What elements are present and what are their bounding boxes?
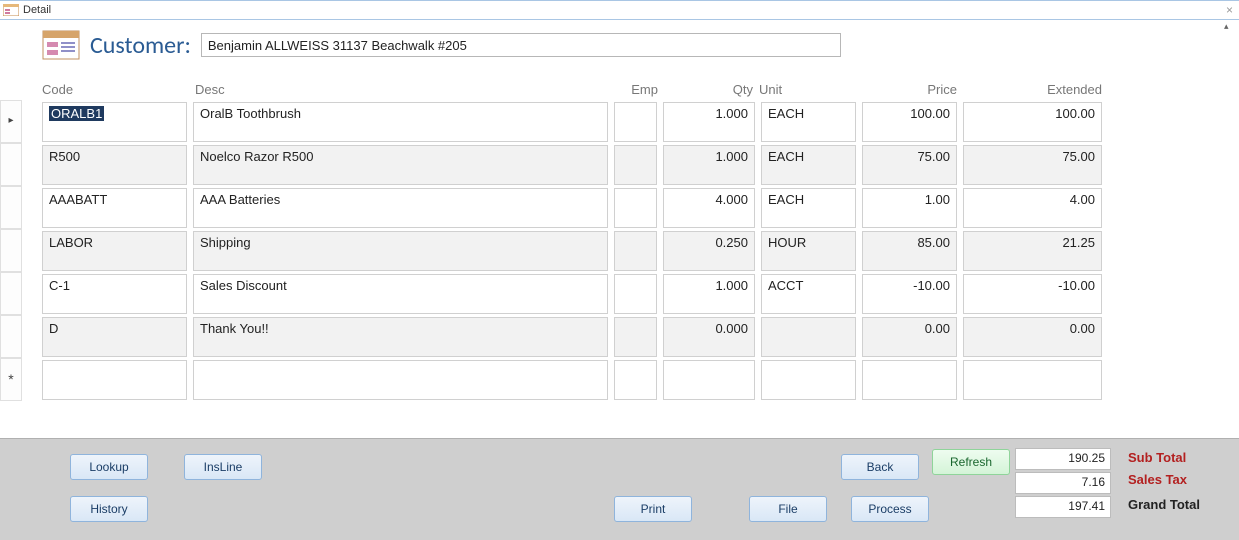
table-row: AAABATT AAA Batteries 4.000 EACH 1.00 4.… — [42, 188, 1108, 228]
cell-ext[interactable]: 0.00 — [963, 317, 1102, 357]
cell-unit[interactable]: EACH — [761, 102, 856, 142]
form-icon — [3, 3, 19, 17]
cell-ext[interactable]: 100.00 — [963, 102, 1102, 142]
cell-unit[interactable]: EACH — [761, 188, 856, 228]
record-selector-new[interactable] — [0, 358, 22, 401]
cell-qty[interactable]: 0.000 — [663, 317, 755, 357]
header-emp: Emp — [614, 78, 664, 105]
cell-ext[interactable]: 21.25 — [963, 231, 1102, 271]
refresh-button[interactable]: Refresh — [932, 449, 1010, 475]
sales-tax-label: Sales Tax — [1128, 472, 1187, 487]
vertical-scrollbar[interactable]: ▴ — [1220, 20, 1236, 437]
cell-qty[interactable] — [663, 360, 755, 400]
customer-input[interactable] — [201, 33, 841, 57]
cell-emp[interactable] — [614, 102, 657, 142]
form-body: ▴ Customer: Code Desc Emp Qty Unit Price… — [0, 20, 1239, 437]
cell-unit[interactable]: EACH — [761, 145, 856, 185]
customer-form-icon — [42, 30, 80, 60]
customer-label: Customer: — [90, 31, 191, 60]
header-qty: Qty — [664, 78, 759, 105]
process-button[interactable]: Process — [851, 496, 929, 522]
cell-code[interactable]: D — [42, 317, 187, 357]
cell-qty[interactable]: 1.000 — [663, 145, 755, 185]
cell-qty[interactable]: 1.000 — [663, 102, 755, 142]
table-row-new — [42, 360, 1108, 400]
cell-unit[interactable] — [761, 317, 856, 357]
cell-desc[interactable]: Shipping — [193, 231, 608, 271]
line-items-grid: ORALB1 OralB Toothbrush 1.000 EACH 100.0… — [42, 102, 1108, 403]
grand-total-value[interactable]: 197.41 — [1015, 496, 1111, 518]
cell-code[interactable]: ORALB1 — [42, 102, 187, 142]
form-footer: Lookup InsLine History Print File Back R… — [0, 438, 1239, 540]
table-row: R500 Noelco Razor R500 1.000 EACH 75.00 … — [42, 145, 1108, 185]
header-ext: Extended — [963, 78, 1108, 105]
table-row: ORALB1 OralB Toothbrush 1.000 EACH 100.0… — [42, 102, 1108, 142]
record-selector[interactable] — [0, 186, 22, 229]
cell-desc[interactable]: Thank You!! — [193, 317, 608, 357]
cell-qty[interactable]: 1.000 — [663, 274, 755, 314]
record-selector[interactable] — [0, 229, 22, 272]
file-button[interactable]: File — [749, 496, 827, 522]
print-button[interactable]: Print — [614, 496, 692, 522]
cell-code[interactable]: AAABATT — [42, 188, 187, 228]
cell-desc[interactable]: Sales Discount — [193, 274, 608, 314]
cell-desc[interactable]: AAA Batteries — [193, 188, 608, 228]
cell-price[interactable]: 1.00 — [862, 188, 957, 228]
cell-emp[interactable] — [614, 231, 657, 271]
header-price: Price — [866, 78, 963, 105]
cell-price[interactable]: 100.00 — [862, 102, 957, 142]
record-selector-current[interactable] — [0, 100, 22, 143]
sub-total-label: Sub Total — [1128, 450, 1186, 465]
window-titlebar: Detail × — [0, 0, 1239, 20]
cell-code[interactable]: R500 — [42, 145, 187, 185]
history-button[interactable]: History — [70, 496, 148, 522]
cell-price[interactable]: 85.00 — [862, 231, 957, 271]
cell-emp[interactable] — [614, 145, 657, 185]
cell-emp[interactable] — [614, 360, 657, 400]
header-unit: Unit — [759, 78, 866, 105]
record-selector-gutter — [0, 100, 22, 401]
table-row: C-1 Sales Discount 1.000 ACCT -10.00 -10… — [42, 274, 1108, 314]
scroll-up-icon[interactable]: ▴ — [1224, 21, 1229, 32]
cell-emp[interactable] — [614, 317, 657, 357]
back-button[interactable]: Back — [841, 454, 919, 480]
record-selector[interactable] — [0, 143, 22, 186]
cell-ext[interactable]: 4.00 — [963, 188, 1102, 228]
cell-ext[interactable]: -10.00 — [963, 274, 1102, 314]
cell-code[interactable] — [42, 360, 187, 400]
cell-qty[interactable]: 0.250 — [663, 231, 755, 271]
cell-code[interactable]: LABOR — [42, 231, 187, 271]
cell-qty[interactable]: 4.000 — [663, 188, 755, 228]
cell-unit[interactable]: ACCT — [761, 274, 856, 314]
cell-price[interactable]: -10.00 — [862, 274, 957, 314]
grand-total-label: Grand Total — [1128, 497, 1200, 512]
lookup-button[interactable]: Lookup — [70, 454, 148, 480]
record-selector[interactable] — [0, 315, 22, 358]
insline-button[interactable]: InsLine — [184, 454, 262, 480]
grid-headers: Code Desc Emp Qty Unit Price Extended — [42, 78, 1108, 105]
window-title: Detail — [23, 4, 51, 16]
header-code: Code — [42, 78, 195, 105]
sales-tax-value[interactable]: 7.16 — [1015, 472, 1111, 494]
header-desc: Desc — [195, 78, 614, 105]
table-row: LABOR Shipping 0.250 HOUR 85.00 21.25 — [42, 231, 1108, 271]
cell-unit[interactable]: HOUR — [761, 231, 856, 271]
close-icon[interactable]: × — [1226, 3, 1233, 17]
cell-price[interactable]: 75.00 — [862, 145, 957, 185]
cell-ext[interactable] — [963, 360, 1102, 400]
sub-total-value[interactable]: 190.25 — [1015, 448, 1111, 470]
table-row: D Thank You!! 0.000 0.00 0.00 — [42, 317, 1108, 357]
cell-desc[interactable]: Noelco Razor R500 — [193, 145, 608, 185]
cell-unit[interactable] — [761, 360, 856, 400]
cell-ext[interactable]: 75.00 — [963, 145, 1102, 185]
cell-price[interactable]: 0.00 — [862, 317, 957, 357]
record-selector[interactable] — [0, 272, 22, 315]
cell-emp[interactable] — [614, 274, 657, 314]
cell-desc[interactable] — [193, 360, 608, 400]
cell-code[interactable]: C-1 — [42, 274, 187, 314]
cell-price[interactable] — [862, 360, 957, 400]
cell-desc[interactable]: OralB Toothbrush — [193, 102, 608, 142]
cell-emp[interactable] — [614, 188, 657, 228]
